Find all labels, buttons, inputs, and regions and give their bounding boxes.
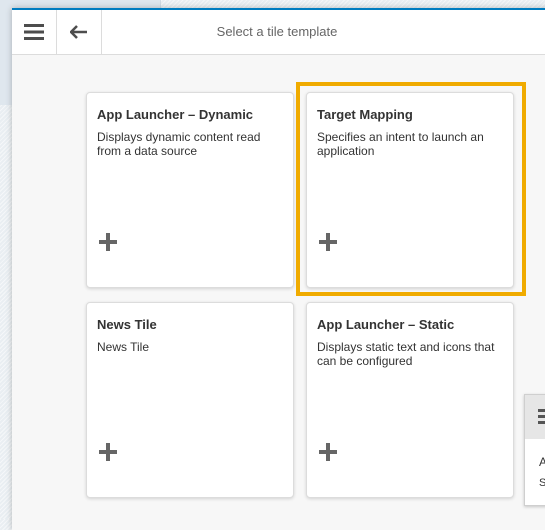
- peek-tile-card[interactable]: A S: [524, 394, 545, 506]
- tile-title: App Launcher – Dynamic: [97, 107, 254, 122]
- plus-icon: [99, 233, 117, 251]
- menu-icon: [538, 409, 545, 425]
- dialog-title: Select a tile template: [216, 24, 338, 39]
- dialog-header: Select a tile template: [12, 10, 545, 55]
- arrow-left-icon: [70, 25, 87, 39]
- tile-title: App Launcher – Static: [317, 317, 455, 332]
- peek-card-title: A: [539, 455, 545, 469]
- tile-description: News Tile: [97, 340, 150, 354]
- plus-icon: [319, 233, 337, 251]
- tile-app-launcher-static[interactable]: App Launcher – Static Displays static te…: [306, 302, 514, 498]
- peek-card-header: [525, 395, 545, 439]
- tile-description: Specifies an intent to launch an applica…: [317, 130, 484, 158]
- tile-news-tile[interactable]: News Tile News Tile: [86, 302, 294, 498]
- tile-description: Displays static text and icons that can …: [317, 340, 495, 368]
- tile-target-mapping[interactable]: Target Mapping Specifies an intent to la…: [306, 92, 514, 288]
- hamburger-menu-icon: [24, 24, 44, 40]
- plus-icon: [99, 443, 117, 461]
- tile-description: Displays dynamic content read from a dat…: [97, 130, 261, 158]
- tile-title: News Tile: [97, 317, 157, 332]
- tile-title: Target Mapping: [317, 107, 413, 122]
- back-button[interactable]: [57, 10, 102, 54]
- menu-button[interactable]: [12, 10, 57, 54]
- plus-icon: [319, 443, 337, 461]
- tile-app-launcher-dynamic[interactable]: App Launcher – Dynamic Displays dynamic …: [86, 92, 294, 288]
- peek-card-subtitle: S: [539, 477, 545, 489]
